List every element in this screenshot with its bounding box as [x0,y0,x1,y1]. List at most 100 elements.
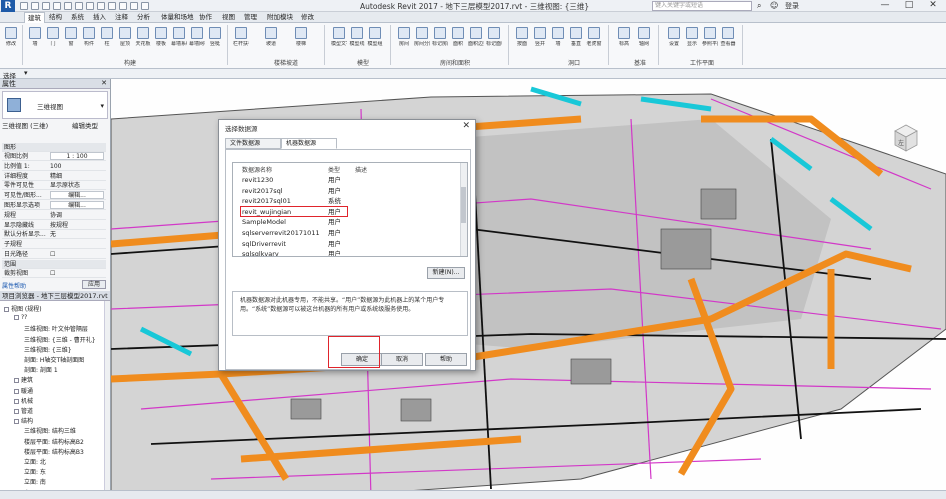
curtain-grid-button[interactable]: 幕墙网格 [189,26,205,54]
minimize-button[interactable]: — [874,0,896,12]
browser-scrollbar[interactable] [104,301,110,499]
apply-button[interactable]: 应用 [82,280,106,289]
dimension-icon[interactable] [86,2,94,10]
property-row[interactable]: 零件可见性 显示原状态 [2,181,106,191]
user-icon[interactable]: ☺ [770,1,778,10]
browser-tree-item[interactable]: 管道 [14,406,33,415]
data-source-row[interactable]: revit2017sql 用户 [233,186,461,196]
browser-tree-item[interactable]: 三维视图: 结构三维 [24,426,76,435]
room-button[interactable]: 房间 [396,26,412,54]
help-search-input[interactable]: 键入关键字或短语 [652,1,752,11]
model-group-button[interactable]: 模型组 [367,26,383,54]
close-button[interactable]: ✕ [922,0,944,12]
tab-insert[interactable]: 插入 [90,12,109,23]
expand-icon[interactable] [14,409,19,414]
thin-lines-icon[interactable] [130,2,138,10]
chevron-down-icon[interactable]: ▾ [24,69,28,77]
data-source-row[interactable]: sqlserverrevit20171011 用户 [233,228,461,238]
text-icon[interactable] [97,2,105,10]
edit-type-button[interactable]: 编辑类型 [72,121,98,131]
expand-icon[interactable] [14,378,19,384]
tab-massing[interactable]: 体量和场地 [158,12,197,23]
show-workplane-button[interactable]: 显示 [684,26,700,54]
property-row[interactable]: 可见性/图形... 编辑... [2,191,106,201]
property-row[interactable]: 视图比例 1 : 100 [2,152,106,161]
browser-tree-item[interactable]: 机械 [14,396,33,405]
browser-tree-item[interactable]: 三维视图: {三维} [24,345,72,354]
tab-file-data-source[interactable]: 文件数据源 [225,138,281,149]
expand-icon[interactable] [14,315,19,321]
search-icon[interactable]: ⌕ [757,1,761,11]
tab-addins[interactable]: 附加模块 [264,12,296,23]
mullion-button[interactable]: 竖梃 [207,26,223,54]
tab-modify[interactable]: 修改 [298,12,317,23]
browser-tree-item[interactable]: 立面: 南 [24,477,46,486]
list-scrollbar[interactable] [460,163,467,256]
model-text-button[interactable]: 模型文字 [331,26,347,54]
browser-tree-item[interactable]: 建筑 [14,375,33,384]
tab-structure[interactable]: 结构 [46,12,65,23]
type-filter-dropdown[interactable]: 三维视图 (三维) [2,122,48,130]
column-header-desc[interactable]: 描述 [355,165,367,174]
open-icon[interactable] [20,2,28,10]
crop-view-row[interactable]: 裁剪视图 ☐ [2,269,106,278]
tag-area-button[interactable]: 标记面积 [486,26,502,54]
property-row[interactable]: 日光路径 ☐ [2,250,106,259]
data-source-list[interactable]: 数据源名称 类型 描述 revit1230 用户 revit2017sql 用户 rev… [232,162,468,257]
browser-tree-item[interactable]: 暖通 [14,386,33,395]
property-row[interactable]: 子规程 [2,240,106,250]
dialog-close-button[interactable]: ✕ [462,121,470,131]
help-button[interactable]: 帮助 [425,353,467,366]
tab-systems[interactable]: 系统 [68,12,87,23]
property-row[interactable]: 显示隐藏线 按规程 [2,221,106,230]
undo-icon[interactable] [42,2,50,10]
tab-view[interactable]: 视图 [219,12,238,23]
property-row[interactable]: 默认分析显示... 无 [2,230,106,240]
tag-room-button[interactable]: 标记房间 [432,26,448,54]
browser-tree-item[interactable]: 剖面: H轴交T轴剖面图 [24,355,84,364]
close-icon[interactable]: ✕ [101,79,107,87]
new-data-source-button[interactable]: 新建(N)... [427,267,465,279]
ceiling-button[interactable]: 天花板 [135,26,151,54]
area-boundary-button[interactable]: 面积边界 [468,26,484,54]
checkbox[interactable]: ☐ [50,269,104,277]
viewcube[interactable]: 左 [889,121,923,155]
curtain-system-button[interactable]: 幕墙系统 [171,26,187,54]
redo-icon[interactable] [53,2,61,10]
tab-analyze[interactable]: 分析 [134,12,153,23]
section-graphics[interactable]: 图形 [2,143,106,152]
viewcube-icon[interactable] [889,121,923,155]
data-source-row[interactable]: SampleModel 用户 [233,217,461,227]
data-source-row[interactable]: sqlDriverrevit 用户 [233,239,461,249]
3d-view-icon[interactable] [108,2,116,10]
close-hidden-icon[interactable] [141,2,149,10]
browser-tree-item[interactable]: 剖面: 剖面 1 [24,365,58,374]
expand-icon[interactable] [14,388,19,394]
data-source-row[interactable]: revit2017sql01 系统 [233,196,461,206]
browser-tree-item[interactable]: 三维视图: 叶文仲管隔层 [24,324,88,333]
area-button[interactable]: 面积 [450,26,466,54]
model-line-button[interactable]: 模型线 [349,26,365,54]
tab-collaborate[interactable]: 协作 [196,12,215,23]
cancel-button[interactable]: 取消 [381,353,423,366]
stair-button[interactable]: 楼梯 [293,26,309,54]
dormer-button[interactable]: 老虎窗 [586,26,602,54]
data-source-row[interactable]: sqlsqlkvary 用户 [233,249,461,256]
browser-tree-item[interactable]: 三维视图: {三维 - 曹开礼} [24,335,96,344]
save-icon[interactable] [31,2,39,10]
tab-machine-data-source[interactable]: 机器数据源 [281,138,337,149]
print-icon[interactable] [64,2,72,10]
maximize-button[interactable]: □ [898,0,920,12]
browser-tree-item[interactable]: ?? [14,314,27,321]
window-button[interactable]: 窗 [63,26,79,54]
level-button[interactable]: 标高 [616,26,632,54]
measure-icon[interactable] [75,2,83,10]
property-value[interactable]: 编辑... [50,191,104,200]
shaft-button[interactable]: 竖井 [532,26,548,54]
property-row[interactable]: 图形显示选项 编辑... [2,201,106,210]
column-header-name[interactable]: 数据源名称 [242,165,272,174]
section-icon[interactable] [119,2,127,10]
by-face-button[interactable]: 按面 [514,26,530,54]
property-row[interactable]: 规程 协调 [2,211,106,220]
modify-button[interactable]: 修改 [3,26,19,54]
